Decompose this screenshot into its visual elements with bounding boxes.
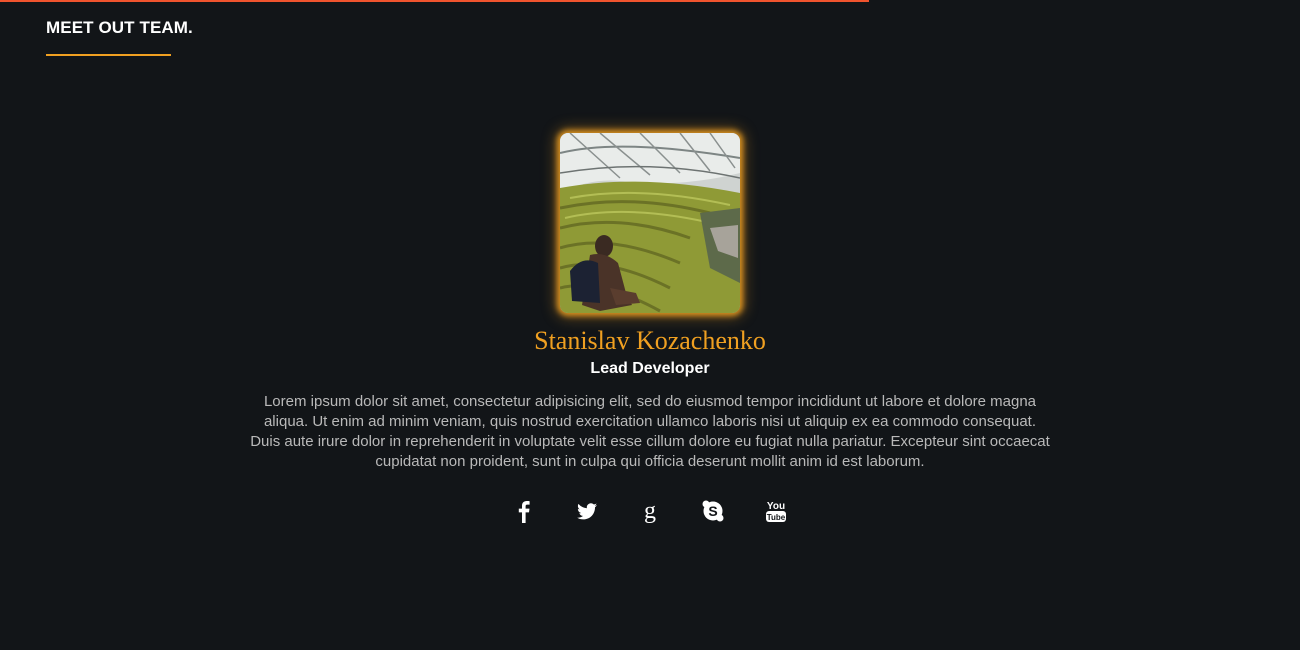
svg-text:Tube: Tube — [767, 513, 786, 522]
svg-text:g: g — [644, 498, 656, 524]
twitter-link[interactable] — [569, 493, 605, 529]
google-plus-icon: g — [644, 498, 656, 524]
section-title: MEET OUT TEAM. — [46, 18, 193, 37]
svg-text:You: You — [767, 501, 785, 512]
title-underline — [46, 54, 171, 56]
svg-text:S: S — [708, 503, 717, 519]
facebook-link[interactable] — [506, 493, 542, 529]
google-plus-link[interactable]: g — [632, 493, 668, 529]
team-member-card: Stanislav Kozachenko Lead Developer Lore… — [250, 130, 1050, 529]
top-progress-bar — [0, 0, 869, 2]
youtube-link[interactable]: You Tube — [758, 493, 794, 529]
skype-icon: S — [702, 500, 724, 522]
twitter-icon — [577, 503, 597, 520]
member-bio: Lorem ipsum dolor sit amet, consectetur … — [250, 393, 1050, 470]
member-photo — [560, 133, 740, 313]
member-name: Stanislav Kozachenko — [534, 326, 766, 355]
social-links: g S You Tube — [250, 493, 1050, 529]
youtube-icon: You Tube — [766, 501, 786, 522]
member-role: Lead Developer — [590, 360, 710, 377]
facebook-icon — [518, 501, 530, 523]
skype-link[interactable]: S — [695, 493, 731, 529]
